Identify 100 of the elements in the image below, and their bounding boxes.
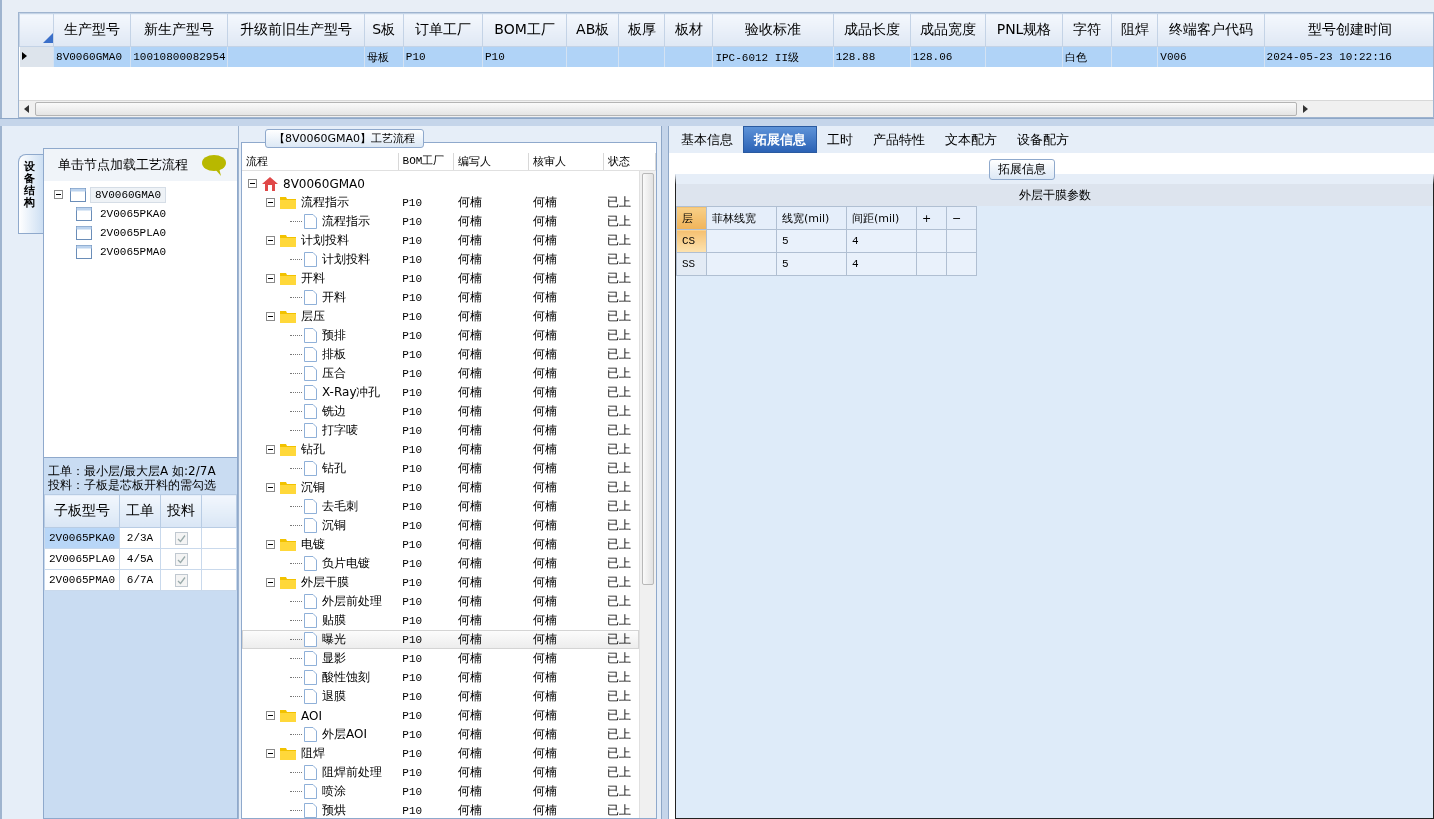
tree-row[interactable]: 计划投料 P10 何楠 何楠 已上 (242, 231, 639, 250)
column-header[interactable]: 工单 (119, 494, 161, 528)
column-header[interactable]: 投料 (160, 494, 202, 528)
column-header[interactable]: 子板型号 (44, 494, 120, 528)
table-cell[interactable]: 2V0065PMA0 (44, 569, 120, 591)
column-header[interactable]: 字符 (1062, 13, 1112, 47)
tree-row[interactable]: 沉铜 P10 何楠 何楠 已上 (242, 516, 639, 535)
tree-row[interactable]: 负片电镀 P10 何楠 何楠 已上 (242, 554, 639, 573)
collapse-icon[interactable] (266, 198, 275, 207)
column-header[interactable]: 新生产型号 (130, 13, 228, 47)
tree-row[interactable]: 去毛刺 P10 何楠 何楠 已上 (242, 497, 639, 516)
tree-row[interactable]: 层压 P10 何楠 何楠 已上 (242, 307, 639, 326)
tree-row[interactable]: 曝光 P10 何楠 何楠 已上 (242, 630, 639, 649)
tree-row[interactable]: 铣边 P10 何楠 何楠 已上 (242, 402, 639, 421)
side-tab[interactable]: 设备结构 (18, 154, 43, 235)
tree-row[interactable]: AOI P10 何楠 何楠 已上 (242, 706, 639, 725)
tree-row[interactable]: 阻焊 P10 何楠 何楠 已上 (242, 744, 639, 763)
table-cell[interactable]: 2V0065PLA0 (44, 548, 120, 570)
tree-row[interactable]: 流程指示 P10 何楠 何楠 已上 (242, 212, 639, 231)
collapse-icon[interactable] (266, 445, 275, 454)
checkbox[interactable] (174, 531, 188, 545)
column-header[interactable]: S板 (364, 13, 404, 47)
collapse-icon[interactable] (266, 312, 275, 321)
row-header[interactable]: SS (676, 252, 707, 276)
collapse-icon[interactable] (248, 179, 257, 188)
column-header[interactable]: BOM工厂 (398, 153, 455, 170)
column-header[interactable]: 验收标准 (712, 13, 834, 47)
tree-item[interactable]: 2V0065PLA0 (96, 225, 170, 240)
collapse-icon[interactable] (266, 274, 275, 283)
horizontal-scrollbar[interactable] (19, 100, 1433, 117)
column-header[interactable]: 层 (676, 206, 707, 230)
column-header[interactable]: 阻焊 (1111, 13, 1158, 47)
column-header[interactable]: 编写人 (454, 153, 530, 170)
tree-row[interactable]: 外层AOI P10 何楠 何楠 已上 (242, 725, 639, 744)
column-header[interactable]: 核审人 (529, 153, 605, 170)
table-cell: P10 (402, 272, 423, 285)
tree-row[interactable]: 酸性蚀刻 P10 何楠 何楠 已上 (242, 668, 639, 687)
column-header[interactable]: + (916, 206, 947, 230)
tree-row[interactable]: 电镀 P10 何楠 何楠 已上 (242, 535, 639, 554)
collapse-icon[interactable] (266, 540, 275, 549)
column-header[interactable]: 间距(mil) (846, 206, 917, 230)
column-header[interactable]: 板材 (664, 13, 713, 47)
table-cell[interactable]: 2V0065PKA0 (44, 527, 120, 549)
tree-row[interactable]: 贴膜 P10 何楠 何楠 已上 (242, 611, 639, 630)
tree-row[interactable]: 预烘 P10 何楠 何楠 已上 (242, 801, 639, 818)
tree-row[interactable]: 钻孔 P10 何楠 何楠 已上 (242, 440, 639, 459)
tree-row[interactable]: 排板 P10 何楠 何楠 已上 (242, 345, 639, 364)
tree-row[interactable]: 喷涂 P10 何楠 何楠 已上 (242, 782, 639, 801)
tree-row[interactable]: 阻焊前处理 P10 何楠 何楠 已上 (242, 763, 639, 782)
tree-row[interactable]: 8V0060GMA0 (242, 174, 639, 193)
tree-row[interactable]: 显影 P10 何楠 何楠 已上 (242, 649, 639, 668)
column-header[interactable]: 订单工厂 (403, 13, 483, 47)
tab[interactable]: 产品特性 (863, 126, 935, 153)
tree-row[interactable]: 开料 P10 何楠 何楠 已上 (242, 269, 639, 288)
tree-row[interactable]: 预排 P10 何楠 何楠 已上 (242, 326, 639, 345)
column-header[interactable]: 成品宽度 (910, 13, 986, 47)
collapse-icon[interactable] (266, 483, 275, 492)
tree-row[interactable]: 开料 P10 何楠 何楠 已上 (242, 288, 639, 307)
collapse-icon[interactable] (266, 749, 275, 758)
tab[interactable]: 工时 (817, 126, 863, 153)
tree-item[interactable]: 2V0065PKA0 (96, 206, 170, 221)
tab[interactable]: 设备配方 (1007, 126, 1079, 153)
tab[interactable]: 文本配方 (935, 126, 1007, 153)
column-header[interactable]: 板厚 (618, 13, 665, 47)
tree-row[interactable]: 沉铜 P10 何楠 何楠 已上 (242, 478, 639, 497)
column-header[interactable]: 终端客户代码 (1157, 13, 1265, 47)
collapse-icon[interactable] (266, 711, 275, 720)
column-header[interactable]: AB板 (566, 13, 619, 47)
tree-row[interactable]: 退膜 P10 何楠 何楠 已上 (242, 687, 639, 706)
column-header[interactable]: BOM工厂 (482, 13, 567, 47)
column-header[interactable]: 生产型号 (53, 13, 131, 47)
collapse-icon[interactable] (54, 190, 63, 199)
column-header[interactable]: 流程 (242, 153, 399, 170)
collapse-icon[interactable] (266, 236, 275, 245)
tree-row[interactable]: X-Ray冲孔 P10 何楠 何楠 已上 (242, 383, 639, 402)
table-row[interactable]: 8V0060GMA0 10010800082954 母板 P10 P10 IPC-6012 II级 128.88 128.06 白色 V006 2024-05-23 10:22:16 (19, 46, 1433, 67)
checkbox[interactable] (174, 573, 188, 587)
tree-row[interactable]: 外层前处理 P10 何楠 何楠 已上 (242, 592, 639, 611)
checkbox[interactable] (174, 552, 188, 566)
collapse-icon[interactable] (266, 578, 275, 587)
row-header[interactable]: CS (676, 229, 707, 253)
column-header[interactable]: 升级前旧生产型号 (227, 13, 365, 47)
tab[interactable]: 拓展信息 (743, 126, 817, 153)
column-header[interactable]: 状态 (604, 153, 656, 170)
tree-item[interactable]: 8V0060GMA0 (90, 186, 166, 203)
column-header[interactable]: 型号创建时间 (1264, 13, 1433, 47)
column-header[interactable]: PNL规格 (985, 13, 1063, 47)
column-header[interactable]: − (946, 206, 977, 230)
tree-row[interactable]: 钻孔 P10 何楠 何楠 已上 (242, 459, 639, 478)
column-header[interactable]: 线宽(mil) (776, 206, 847, 230)
column-header[interactable]: 成品长度 (833, 13, 911, 47)
vertical-scrollbar[interactable] (639, 171, 656, 818)
tree-row[interactable]: 打字唛 P10 何楠 何楠 已上 (242, 421, 639, 440)
column-header[interactable]: 菲林线宽 (706, 206, 777, 230)
tree-row[interactable]: 流程指示 P10 何楠 何楠 已上 (242, 193, 639, 212)
tree-row[interactable]: 压合 P10 何楠 何楠 已上 (242, 364, 639, 383)
tree-row[interactable]: 外层干膜 P10 何楠 何楠 已上 (242, 573, 639, 592)
tree-item[interactable]: 2V0065PMA0 (96, 244, 170, 259)
tree-row[interactable]: 计划投料 P10 何楠 何楠 已上 (242, 250, 639, 269)
tab[interactable]: 基本信息 (671, 126, 743, 153)
